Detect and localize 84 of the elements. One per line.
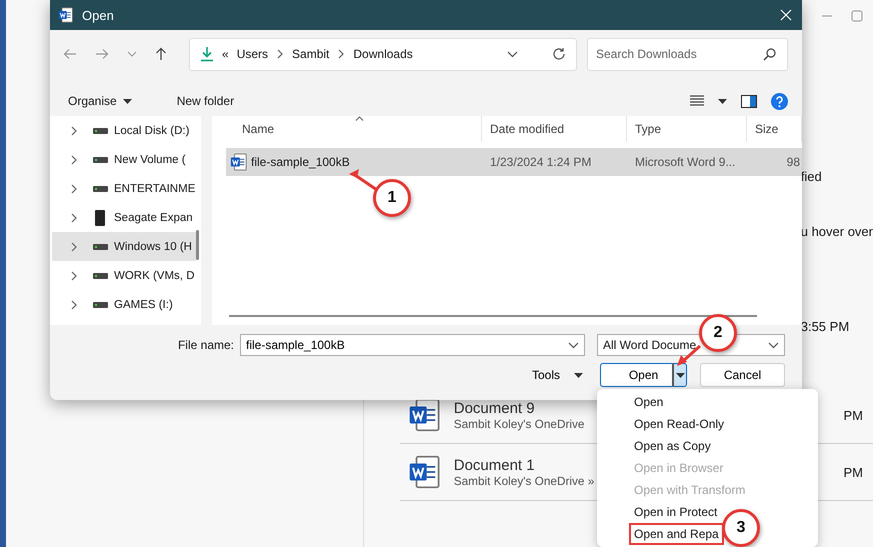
menu-item[interactable]: Open Read-Only: [629, 413, 730, 435]
chevron-right-icon[interactable]: [70, 184, 78, 194]
overflow-marker[interactable]: «: [222, 47, 229, 61]
download-icon: [200, 46, 214, 62]
nav-pane-item[interactable]: GAMES (I:): [52, 290, 196, 319]
dropdown-arrow-button[interactable]: [672, 363, 687, 387]
menu-item[interactable]: Open and Repa: [629, 523, 724, 545]
column-header[interactable]: Name: [212, 116, 482, 142]
scrollbar[interactable]: [196, 230, 200, 260]
list-view-icon[interactable]: [690, 95, 704, 107]
breadcrumb-item[interactable]: Downloads: [353, 47, 413, 61]
drive-icon: [92, 272, 108, 278]
document-time: PM: [844, 464, 863, 480]
nav-pane-item[interactable]: WORK (VMs, D: [52, 261, 196, 290]
dialog-title: Open: [82, 8, 115, 22]
nav-pane-item[interactable]: Local Disk (D:): [52, 116, 196, 145]
nav-pane-item[interactable]: ENTERTAINME: [52, 174, 196, 203]
chevron-right-icon[interactable]: [70, 270, 78, 280]
external-drive-icon: [95, 210, 105, 226]
file-row[interactable]: file-sample_100kB 1/23/2024 1:24 PM Microsoft Word 9... 98: [226, 148, 802, 176]
document-title[interactable]: Document 9: [454, 400, 535, 416]
breadcrumb-item[interactable]: Sambit: [292, 47, 330, 61]
up-arrow-icon[interactable]: [155, 47, 167, 61]
caret-icon: [676, 372, 684, 378]
chevron-right-icon[interactable]: [70, 212, 78, 222]
close-icon[interactable]: [780, 9, 792, 21]
chevron-right-icon[interactable]: [70, 126, 78, 136]
menu-item[interactable]: Open in Protect: [629, 501, 722, 523]
document-time: PM: [844, 408, 863, 422]
nav-pane-item[interactable]: Seagate Expan: [52, 203, 196, 232]
column-header[interactable]: Type: [627, 116, 747, 142]
search-icon[interactable]: [763, 48, 776, 60]
drive-icon: [92, 186, 108, 192]
cancel-button[interactable]: Cancel: [700, 363, 785, 387]
word-document-icon: [408, 455, 442, 489]
chevron-right-icon[interactable]: [70, 300, 78, 310]
caret-icon: [122, 98, 132, 104]
column-header[interactable]: Date modified: [482, 116, 627, 142]
scrollbar[interactable]: [229, 315, 757, 317]
file-type: Microsoft Word 9...: [634, 155, 736, 169]
file-size: 98: [786, 155, 801, 169]
document-title[interactable]: Document 1: [454, 456, 535, 474]
column-header[interactable]: Size: [747, 116, 802, 142]
menu-item[interactable]: Open as Copy: [629, 435, 716, 457]
chevron-down-icon[interactable]: [507, 50, 518, 58]
new-folder-button[interactable]: New folder: [176, 94, 234, 108]
sort-caret-icon: [355, 116, 364, 121]
chevron-down-icon: [768, 342, 779, 348]
partial-text: fied: [800, 168, 823, 186]
address-bar[interactable]: « Users Sambit Downloads: [189, 38, 577, 70]
document-location: Sambit Koley's OneDrive »: [454, 474, 594, 488]
word-document-icon: [230, 153, 248, 171]
restore-icon[interactable]: [851, 10, 863, 22]
drive-icon: [92, 244, 108, 250]
organise-button[interactable]: Organise: [68, 94, 146, 108]
open-button[interactable]: Open: [600, 363, 672, 387]
file-name: file-sample_100kB: [251, 155, 350, 169]
nav-pane-item[interactable]: Windows 10 (H: [52, 232, 196, 261]
preview-pane-icon[interactable]: [741, 94, 757, 108]
file-name-field[interactable]: file-sample_100kB: [240, 334, 585, 356]
refresh-icon[interactable]: [552, 47, 566, 61]
menu-item[interactable]: Open: [629, 391, 668, 413]
help-icon[interactable]: [771, 92, 788, 110]
word-logo-icon: [58, 7, 74, 23]
field-label: File name:: [178, 338, 234, 352]
breadcrumb-item[interactable]: Users: [236, 47, 268, 61]
chevron-down-icon[interactable]: [568, 342, 579, 349]
search-field[interactable]: Search Downloads: [587, 38, 788, 70]
caret-icon[interactable]: [718, 98, 727, 104]
tools-button[interactable]: Tools: [532, 368, 583, 382]
drive-icon: [92, 156, 108, 162]
chevron-right-icon[interactable]: [337, 49, 346, 59]
forward-arrow-icon[interactable]: [95, 48, 109, 60]
drive-icon: [92, 302, 108, 308]
file-date: 1/23/2024 1:24 PM: [489, 155, 592, 169]
partial-text: 3:55 PM: [800, 318, 850, 336]
nav-pane-item[interactable]: New Volume (: [52, 145, 196, 174]
caret-icon: [574, 372, 583, 378]
back-arrow-icon[interactable]: [63, 48, 77, 60]
chevron-right-icon[interactable]: [70, 154, 78, 164]
chevron-right-icon[interactable]: [70, 242, 78, 252]
drive-icon: [92, 128, 108, 134]
chevron-right-icon[interactable]: [276, 49, 284, 59]
document-location: Sambit Koley's OneDrive: [454, 416, 584, 430]
